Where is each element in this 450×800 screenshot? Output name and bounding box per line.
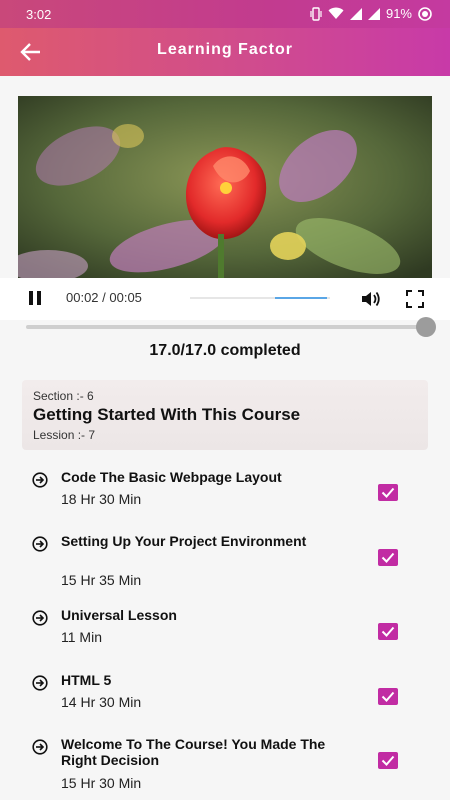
player-seek-fill (275, 297, 327, 299)
lesson-item[interactable]: Welcome To The Course! You Made The Righ… (22, 736, 428, 792)
lesson-duration: 15 Hr 30 Min (61, 775, 142, 791)
section-title: Getting Started With This Course (33, 405, 301, 424)
lesson-duration: 18 Hr 30 Min (61, 491, 142, 507)
lesson-title: Universal Lesson (61, 607, 177, 623)
wifi-icon (328, 7, 344, 19)
section-card: Section :- 6 Getting Started With This C… (22, 380, 428, 450)
app-title: Learning Factor (157, 41, 293, 58)
checkbox-checked-icon (381, 755, 395, 766)
lesson-item[interactable]: Universal Lesson 11 Min (22, 607, 428, 657)
checkbox-checked-icon (381, 487, 395, 498)
player-time: 00:02 / 00:05 (66, 290, 142, 305)
lesson-checkbox[interactable] (378, 688, 398, 705)
lesson-duration: 11 Min (61, 629, 102, 645)
lesson-count: Lession :- 7 (33, 428, 96, 442)
lesson-title: Code The Basic Webpage Layout (61, 469, 282, 485)
lesson-duration: 15 Hr 35 Min (61, 572, 142, 588)
checkbox-checked-icon (381, 691, 395, 702)
lesson-item[interactable]: Setting Up Your Project Environment 15 H… (22, 533, 428, 589)
lesson-title: Setting Up Your Project Environment (61, 533, 307, 549)
course-progress-bar[interactable] (26, 317, 436, 337)
arrow-circle-icon (32, 610, 48, 626)
battery-text: 91% (385, 6, 412, 21)
status-icons: 91% (310, 6, 432, 21)
lesson-checkbox[interactable] (378, 549, 398, 566)
checkbox-checked-icon (381, 552, 395, 563)
arrow-circle-icon (32, 739, 48, 755)
player-seek-bar[interactable] (190, 297, 330, 299)
fullscreen-icon[interactable] (406, 290, 424, 308)
arrow-circle-icon (32, 472, 48, 488)
course-progress-thumb[interactable] (416, 317, 436, 337)
player-controls: 00:02 / 00:05 (0, 278, 450, 320)
lesson-item[interactable]: HTML 5 14 Hr 30 Min (22, 672, 428, 722)
lesson-item[interactable]: Code The Basic Webpage Layout 18 Hr 30 M… (22, 469, 428, 519)
signal-icon (349, 7, 362, 20)
completed-text: 17.0/17.0 completed (149, 342, 301, 359)
video-frame (18, 96, 432, 278)
app-bar: Learning Factor (0, 28, 450, 76)
battery-icon (418, 6, 432, 21)
video-player[interactable] (18, 96, 432, 278)
lesson-checkbox[interactable] (378, 484, 398, 501)
lesson-title: HTML 5 (61, 672, 112, 688)
lesson-title: Welcome To The Course! You Made The Righ… (61, 736, 326, 768)
volume-icon[interactable] (360, 288, 382, 310)
status-bar: 3:02 91% (0, 0, 450, 28)
section-number: Section :- 6 (33, 389, 94, 403)
signal-icon-2 (367, 7, 380, 20)
lesson-duration: 14 Hr 30 Min (61, 694, 142, 710)
status-time: 3:02 (26, 7, 52, 22)
vibrate-icon (310, 6, 322, 21)
arrow-circle-icon (32, 675, 48, 691)
lesson-checkbox[interactable] (378, 752, 398, 769)
checkbox-checked-icon (381, 626, 395, 637)
pause-icon[interactable] (26, 289, 44, 307)
arrow-circle-icon (32, 536, 48, 552)
lesson-checkbox[interactable] (378, 623, 398, 640)
